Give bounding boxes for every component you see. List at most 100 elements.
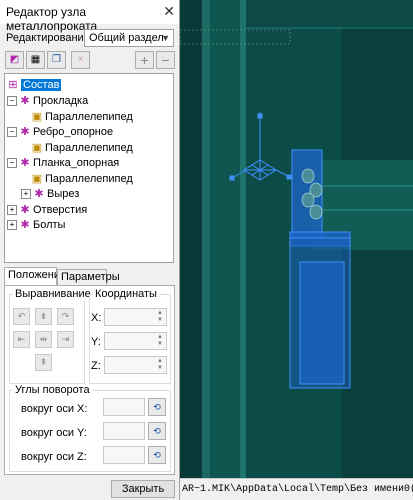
align-bottom-icon: ⇞ — [39, 357, 48, 367]
model-scene — [180, 0, 413, 500]
collapse-icon[interactable]: − — [7, 96, 17, 107]
edit-mode-value: Общий раздел — [89, 32, 164, 44]
collapse-icon[interactable]: − — [7, 158, 17, 169]
expand-icon[interactable]: + — [21, 189, 31, 200]
expand-icon[interactable]: + — [7, 205, 17, 216]
chevron-down-icon: ▼ — [161, 33, 170, 43]
column-web — [210, 0, 240, 500]
rotation-z-button[interactable]: ⟲ — [148, 446, 166, 464]
copy-button[interactable]: ❐ — [47, 51, 66, 69]
tree-item-label: Отверстия — [33, 204, 88, 216]
part-icon: ✱ — [20, 126, 30, 138]
coord-y-label: Y: — [91, 336, 101, 348]
close-icon[interactable]: ✕ — [163, 3, 175, 20]
remove-button[interactable]: − — [156, 51, 175, 69]
tree-item[interactable]: − ✱ Планка_опорная — [7, 156, 119, 170]
edit-mode-select[interactable]: Общий раздел ▼ — [84, 29, 174, 47]
spin-icon[interactable]: ▲ ▼ — [155, 310, 165, 324]
box-icon: ▣ — [31, 142, 43, 154]
composition-tree[interactable]: ⊞ Состав − ✱ Прокладка ▣ Параллелепипед − ✱ Ре… — [4, 73, 174, 263]
align-right-icon: ⇥ — [61, 334, 70, 344]
align-rotate-left-button[interactable]: ↶ — [13, 308, 30, 325]
coord-y-input[interactable]: ▲ ▼ — [104, 332, 167, 350]
grid-icon: ▦ — [30, 54, 41, 65]
tree-item[interactable]: + ✱ Вырез — [21, 187, 79, 201]
align-rotate-right-button[interactable]: ↷ — [57, 308, 74, 325]
coord-z-label: Z: — [91, 360, 101, 372]
tree-item-label: Вырез — [47, 188, 80, 200]
component-icon: ◩ — [9, 54, 20, 65]
tab-position[interactable]: Положение — [4, 267, 66, 286]
align-top-button[interactable]: ⇟ — [35, 308, 52, 325]
coord-z-input[interactable]: ▲ ▼ — [104, 356, 167, 374]
delete-icon: × — [77, 54, 84, 65]
tree-item-label: Ребро_опорное — [33, 126, 114, 138]
minus-icon: − — [161, 52, 170, 68]
align-bottom-button[interactable]: ⇞ — [35, 354, 52, 371]
copy-icon: ❐ — [52, 54, 61, 65]
add-button[interactable]: + — [135, 51, 154, 69]
model-viewport[interactable] — [180, 0, 413, 500]
rotation-y-label: вокруг оси Y: — [21, 427, 87, 439]
status-path: AR~1.MIK\AppData\Local\Temp\Без имени0(N… — [180, 478, 413, 500]
align-left-icon: ⇤ — [17, 334, 26, 344]
tree-item[interactable]: − ✱ Прокладка — [7, 94, 88, 108]
rotation-x-label: вокруг оси X: — [21, 403, 88, 415]
spin-icon[interactable]: ▲ ▼ — [155, 334, 165, 348]
tree-item-label: Прокладка — [33, 95, 89, 107]
align-right-button[interactable]: ⇥ — [57, 331, 74, 348]
coord-x-label: X: — [91, 312, 102, 324]
part-icon: ✱ — [20, 95, 30, 107]
align-center-button[interactable]: ⇹ — [35, 331, 52, 348]
tree-item[interactable]: ▣ Параллелепипед — [31, 172, 133, 186]
alignment-title: Выравнивание — [13, 288, 93, 300]
plus-icon: + — [140, 52, 149, 68]
column-flange-left — [180, 0, 202, 500]
grid-button[interactable]: ▦ — [26, 51, 45, 69]
close-button[interactable]: Закрыть — [111, 480, 175, 498]
rotate-axis-icon: ⟲ — [153, 450, 161, 460]
align-top-icon: ⇟ — [39, 311, 48, 321]
part-icon: ✱ — [20, 204, 30, 216]
tree-item[interactable]: − ✱ Ребро_опорное — [7, 125, 113, 139]
part-icon: ✱ — [20, 157, 30, 169]
rotation-y-button[interactable]: ⟲ — [148, 422, 166, 440]
tree-item-label: Параллелепипед — [45, 142, 133, 154]
tree-item-composition[interactable]: ⊞ Состав — [7, 78, 62, 92]
position-panel: Выравнивание ↶ ⇟ ↷ ⇤ ⇹ ⇥ ⇞ Координаты X:… — [4, 285, 175, 475]
rotate-axis-icon: ⟲ — [153, 426, 161, 436]
tree-item[interactable]: + ✱ Отверстия — [7, 203, 87, 217]
collapse-icon[interactable]: − — [7, 127, 17, 138]
tree-item-label: Параллелепипед — [45, 111, 133, 123]
part-icon: ✱ — [34, 188, 44, 200]
rotation-y-input[interactable] — [103, 422, 145, 440]
rotation-title: Углы поворота — [13, 384, 92, 396]
rotation-x-input[interactable] — [103, 398, 145, 416]
tree-item[interactable]: ▣ Параллелепипед — [31, 110, 133, 124]
node-editor-dialog: Редактор узла металлопроката ✕ Редактиро… — [0, 0, 180, 500]
tree-root-icon: ⊞ — [8, 79, 18, 91]
rotate-left-icon: ↶ — [17, 311, 26, 321]
expand-icon[interactable]: + — [7, 220, 17, 231]
tree-item[interactable]: + ✱ Болты — [7, 218, 65, 232]
tab-parameters[interactable]: Параметры — [57, 269, 120, 285]
tree-item-label: Параллелепипед — [45, 173, 133, 185]
dialog-titlebar[interactable]: Редактор узла металлопроката ✕ — [0, 0, 179, 33]
column-edge — [202, 0, 210, 500]
tree-item[interactable]: ▣ Параллелепипед — [31, 141, 133, 155]
rotation-z-input[interactable] — [103, 446, 145, 464]
rotate-axis-icon: ⟲ — [153, 402, 161, 412]
rotation-z-label: вокруг оси Z: — [21, 451, 87, 463]
coord-x-input[interactable]: ▲ ▼ — [104, 308, 167, 326]
delete-button[interactable]: × — [71, 51, 90, 69]
tree-item-label: Состав — [21, 79, 62, 91]
rotation-x-button[interactable]: ⟲ — [148, 398, 166, 416]
align-left-button[interactable]: ⇤ — [13, 331, 30, 348]
box-icon: ▣ — [31, 111, 43, 123]
tree-item-label: Болты — [33, 219, 66, 231]
spin-icon[interactable]: ▲ ▼ — [155, 358, 165, 372]
rotate-right-icon: ↷ — [61, 311, 70, 321]
view-component-button[interactable]: ◩ — [5, 51, 24, 69]
tree-item-label: Планка_опорная — [33, 157, 120, 169]
coordinates-title: Координаты — [93, 288, 159, 300]
